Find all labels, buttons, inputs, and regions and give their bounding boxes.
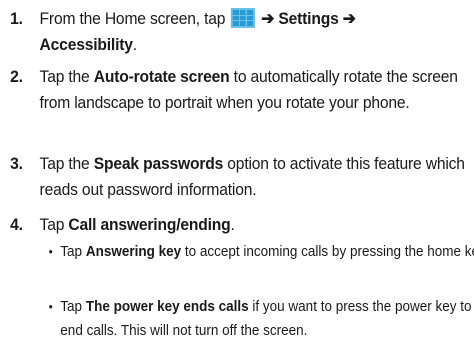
step-number: 3. (10, 154, 23, 173)
subitem-text: Tap Answering key to accept incoming cal… (60, 243, 474, 260)
speak-passwords-label: Speak passwords (93, 154, 224, 173)
step-text: From the Home screen, tap ➔ Settings ➔ A… (39, 8, 356, 54)
subitem-answering-key: • Tap Answering key to accept incoming c… (0, 240, 474, 264)
arrow-icon: ➔ (342, 9, 356, 28)
step-3: 3. Tap the Speak passwords option to act… (0, 151, 465, 203)
subitem-power-key: • Tap The power key ends calls if you wa… (0, 295, 474, 343)
apps-grid-icon (231, 8, 256, 28)
auto-rotate-label: Auto-rotate screen (93, 67, 230, 86)
accessibility-label: Accessibility (39, 35, 133, 54)
step-number: 2. (10, 67, 23, 86)
step-text: Tap the Speak passwords option to activa… (39, 154, 465, 199)
step-number: 4. (10, 215, 23, 234)
call-answering-label: Call answering/ending (68, 215, 231, 234)
answering-key-label: Answering key (85, 243, 182, 260)
arrow-icon: ➔ (261, 9, 275, 28)
step-2: 2. Tap the Auto-rotate screen to automat… (0, 64, 458, 116)
step-1: 1. From the Home screen, tap ➔ Settings … (0, 6, 436, 58)
bullet: • (48, 299, 53, 314)
settings-label: Settings (278, 9, 339, 28)
bullet: • (48, 244, 53, 259)
step-4: 4. Tap Call answering/ending. (0, 212, 436, 238)
power-key-label: The power key ends calls (85, 298, 249, 315)
subitem-text: Tap The power key ends calls if you want… (60, 298, 472, 339)
step-text: Tap Call answering/ending. (39, 215, 235, 234)
step-text: Tap the Auto-rotate screen to automatica… (39, 67, 458, 112)
step-number: 1. (10, 9, 23, 28)
instruction-page: 1. From the Home screen, tap ➔ Settings … (0, 0, 474, 364)
